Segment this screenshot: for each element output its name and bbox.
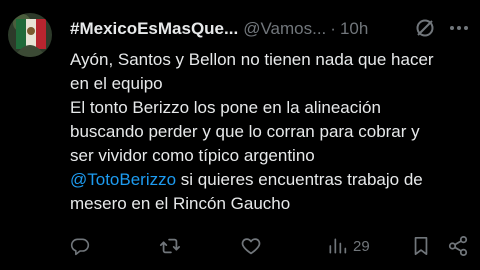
bookmark-icon	[411, 235, 431, 257]
mention-link[interactable]: @TotoBerizzo	[70, 170, 176, 189]
share-button[interactable]	[447, 234, 469, 258]
share-icon	[447, 235, 469, 257]
views-button[interactable]: 29	[327, 234, 370, 258]
tweet-text: Ayón, Santos y Bellon no tienen nada que…	[70, 48, 476, 216]
tweet-text-fragment: si quieres encuentras trabajo de	[176, 170, 423, 189]
retweet-icon	[159, 235, 181, 257]
more-options-icon[interactable]	[448, 17, 470, 39]
tweet-text-line: @TotoBerizzo si quieres encuentras traba…	[70, 168, 476, 192]
reply-icon	[70, 236, 90, 256]
action-bar: 29	[0, 234, 480, 258]
avatar[interactable]	[8, 13, 52, 57]
bookmark-button[interactable]	[411, 234, 431, 258]
grok-icon[interactable]	[414, 17, 436, 39]
tweet-text-line: buscando perder y que lo corran para cob…	[70, 122, 420, 141]
tweet-text-line: El tonto Berizzo los pone en la alineaci…	[70, 98, 381, 117]
tweet-header: #MexicoEsMasQue... @Vamos... · 10h	[70, 17, 474, 41]
tweet-text-line: Ayón, Santos y Bellon no tienen nada que…	[70, 50, 434, 69]
timestamp[interactable]: 10h	[340, 19, 368, 39]
separator-dot: ·	[330, 19, 336, 38]
reply-button[interactable]	[70, 234, 90, 258]
tweet-text-line: en el equipo	[70, 74, 163, 93]
views-icon	[327, 236, 347, 256]
display-name[interactable]: #MexicoEsMasQue...	[70, 19, 238, 39]
like-button[interactable]	[240, 234, 262, 258]
views-count: 29	[353, 237, 370, 255]
tweet-text-line: mesero en el Rincón Gaucho	[70, 194, 291, 213]
user-handle[interactable]: @Vamos...	[243, 19, 326, 39]
retweet-button[interactable]	[159, 234, 181, 258]
tweet-text-line: ser vividor como típico argentino	[70, 146, 315, 165]
heart-icon	[240, 235, 262, 257]
